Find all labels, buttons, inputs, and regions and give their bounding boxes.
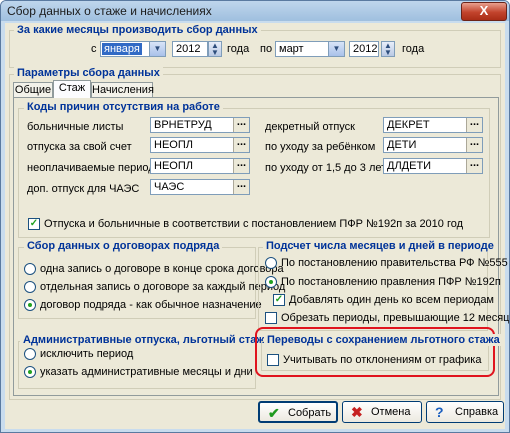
from-month-select[interactable]: января ▼ xyxy=(100,41,166,57)
to-year-field[interactable]: 2012 xyxy=(349,41,379,57)
checkmark-icon: ✔ xyxy=(268,405,280,421)
help-button[interactable]: ? Справка xyxy=(426,401,504,423)
cancel-button[interactable]: ✖ Отмена xyxy=(342,401,422,423)
deviations-label: Учитывать по отклонениям от графика xyxy=(283,354,482,366)
maternity-leave-field[interactable]: ДЕКРЕТ... xyxy=(383,117,483,133)
save-button[interactable]: ✔ Собрать xyxy=(258,401,338,423)
chevron-down-icon[interactable]: ▼ xyxy=(328,42,344,56)
admin-option-1-radio[interactable] xyxy=(24,348,36,360)
to-year-value: 2012 xyxy=(353,43,378,55)
sick-leave-field[interactable]: ВРНЕТРУД... xyxy=(150,117,250,133)
months-option-1-radio[interactable] xyxy=(265,257,277,269)
to-year-suffix: года xyxy=(402,43,425,55)
contract-option-2-radio[interactable] xyxy=(24,281,36,293)
ellipsis-icon[interactable]: ... xyxy=(233,179,249,194)
transfers-group-title: Переводы с сохранением льготного стажа xyxy=(264,334,503,346)
from-year-value: 2012 xyxy=(176,43,201,55)
contract-option-3-radio[interactable] xyxy=(24,299,36,311)
help-button-label: Справка xyxy=(455,406,499,418)
tab-accruals[interactable]: Начисления xyxy=(91,82,154,98)
trim-periods-checkbox[interactable] xyxy=(265,312,277,324)
chaes-leave-field[interactable]: ЧАЭС... xyxy=(150,179,250,195)
months-option-2-radio[interactable] xyxy=(265,276,277,288)
pfr-192-label: Отпуска и больничные в соответствии с по… xyxy=(44,218,464,230)
admin-option-2-radio[interactable] xyxy=(24,366,36,378)
to-label: по xyxy=(260,43,273,55)
deviations-checkbox[interactable] xyxy=(267,354,279,366)
childcare-3y-label: по уходу от 1,5 до 3 лет xyxy=(265,162,387,174)
contract-option-3-label: договор подряда - как обычное назначение xyxy=(40,299,262,311)
contracts-group-title: Сбор данных о договорах подряда xyxy=(24,240,223,252)
window-title: Сбор данных о стаже и начислениях xyxy=(7,4,212,18)
unpaid-periods-field[interactable]: НЕОПЛ... xyxy=(150,158,250,174)
from-month-value: января xyxy=(102,43,142,55)
childcare-label: по уходу за ребёнком xyxy=(265,141,376,153)
to-month-select[interactable]: март ▼ xyxy=(275,41,345,57)
admin-option-1-label: исключить период xyxy=(40,348,134,360)
ellipsis-icon[interactable]: ... xyxy=(466,137,482,152)
sick-leave-label: больничные листы xyxy=(27,121,124,133)
unpaid-periods-label: неоплачиваемые периоды xyxy=(27,162,163,174)
childcare-3y-field[interactable]: ДЛДЕТИ... xyxy=(383,158,483,174)
months-option-1-label: По постановлению правительства РФ №555 xyxy=(281,257,508,269)
dialog-window: Сбор данных о стаже и начислениях X За к… xyxy=(0,0,510,433)
childcare-3y-value: ДЛДЕТИ xyxy=(387,160,432,172)
unpaid-leave-label: отпуска за свой счет xyxy=(27,141,132,153)
tab-stazh[interactable]: Стаж xyxy=(53,80,91,98)
tab-general[interactable]: Общие xyxy=(13,82,53,98)
unpaid-leave-value: НЕОПЛ xyxy=(154,139,193,151)
ellipsis-icon[interactable]: ... xyxy=(233,158,249,173)
help-icon: ? xyxy=(435,404,444,420)
from-year-field[interactable]: 2012 xyxy=(172,41,208,57)
ellipsis-icon[interactable]: ... xyxy=(233,137,249,152)
to-month-value: март xyxy=(279,43,304,55)
save-button-label: Собрать xyxy=(288,407,332,419)
close-icon: ✖ xyxy=(351,404,363,420)
unpaid-leave-field[interactable]: НЕОПЛ... xyxy=(150,137,250,153)
months-group-title: Подсчет числа месяцев и дней в периоде xyxy=(263,240,497,252)
contract-option-2-label: отдельная запись о договоре за каждый пе… xyxy=(40,281,286,293)
ellipsis-icon[interactable]: ... xyxy=(233,117,249,132)
unpaid-periods-value: НЕОПЛ xyxy=(154,160,193,172)
add-day-label: Добавлять один день ко всем периодам xyxy=(289,294,494,306)
admin-group-title: Административные отпуска, льготный стаж xyxy=(20,334,268,346)
trim-periods-label: Обрезать периоды, превышающие 12 месяцев xyxy=(281,312,510,324)
close-button[interactable]: X xyxy=(461,2,507,21)
title-bar[interactable]: Сбор данных о стаже и начислениях X xyxy=(1,1,509,21)
chevron-down-icon[interactable]: ▼ xyxy=(149,42,165,56)
close-icon: X xyxy=(479,3,489,18)
contract-option-1-radio[interactable] xyxy=(24,263,36,275)
absence-group-title: Коды причин отсутствия на работе xyxy=(24,101,223,113)
params-group-title: Параметры сбора данных xyxy=(14,67,163,79)
from-label: с xyxy=(91,43,97,55)
chaes-leave-value: ЧАЭС xyxy=(154,181,185,193)
dialog-client: За какие месяцы производить сбор данных … xyxy=(5,23,509,429)
maternity-leave-label: декретный отпуск xyxy=(265,121,355,133)
cancel-button-label: Отмена xyxy=(371,406,411,418)
period-group-title: За какие месяцы производить сбор данных xyxy=(14,24,261,36)
from-year-suffix: года xyxy=(227,43,250,55)
childcare-value: ДЕТИ xyxy=(387,139,417,151)
add-day-checkbox[interactable]: ✓ xyxy=(273,294,285,306)
childcare-field[interactable]: ДЕТИ... xyxy=(383,137,483,153)
months-option-2-label: По постановлению правления ПФР №192п xyxy=(281,276,501,288)
to-year-spinner-icon[interactable]: ▲ ▼ xyxy=(381,41,395,57)
ellipsis-icon[interactable]: ... xyxy=(466,117,482,132)
contract-option-1-label: одна запись о договоре в конце срока дог… xyxy=(40,263,284,275)
pfr-192-checkbox[interactable]: ✓ xyxy=(28,218,40,230)
admin-option-2-label: указать административные месяцы и дни xyxy=(40,366,253,378)
from-year-spinner-icon[interactable]: ▲ ▼ xyxy=(208,41,222,57)
chaes-leave-label: доп. отпуск для ЧАЭС xyxy=(27,183,140,195)
sick-leave-value: ВРНЕТРУД xyxy=(154,119,212,131)
ellipsis-icon[interactable]: ... xyxy=(466,158,482,173)
maternity-leave-value: ДЕКРЕТ xyxy=(387,119,430,131)
